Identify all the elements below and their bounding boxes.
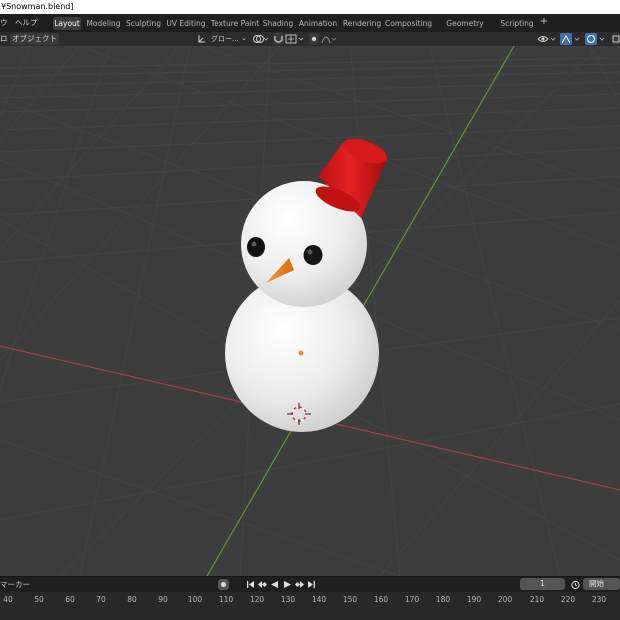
tab-modeling[interactable]: Modeling bbox=[85, 17, 122, 30]
ruler-tick: 80 bbox=[127, 595, 137, 604]
tab-compositing[interactable]: Compositing bbox=[385, 17, 432, 30]
ruler-tick: 140 bbox=[311, 595, 327, 604]
object-menu[interactable]: オブジェクト bbox=[10, 33, 59, 45]
tab-uv-editing[interactable]: UV Editing bbox=[166, 17, 206, 30]
tab-scripting[interactable]: Scripting bbox=[499, 17, 535, 30]
ruler-tick: 130 bbox=[280, 595, 296, 604]
ruler-tick: 100 bbox=[187, 595, 203, 604]
ruler-tick: 210 bbox=[529, 595, 545, 604]
snowman-right-eye bbox=[303, 245, 323, 265]
ruler-tick: 180 bbox=[435, 595, 451, 604]
window-title: ¥Snowman.blend] bbox=[1, 2, 74, 11]
ruler-tick: 40 bbox=[3, 595, 13, 604]
ruler-tick: 60 bbox=[65, 595, 75, 604]
ruler-tick: 90 bbox=[158, 595, 168, 604]
viewport-header: ロ オブジェクト グロー... ⌄ bbox=[0, 32, 620, 46]
tab-texture-paint[interactable]: Texture Paint bbox=[210, 17, 260, 30]
ruler-tick: 50 bbox=[34, 595, 44, 604]
tab-geometry-nodes[interactable]: Geometry Nodes bbox=[436, 17, 494, 41]
tab-layout[interactable]: Layout bbox=[53, 17, 81, 30]
snowman-left-eye bbox=[247, 237, 265, 257]
top-menu-bar: ウ ヘルプ Layout Modeling Sculpting UV Editi… bbox=[0, 14, 620, 41]
snap-toggle[interactable] bbox=[273, 33, 284, 45]
ruler-tick: 70 bbox=[96, 595, 106, 604]
markers-menu[interactable]: マーカー bbox=[0, 579, 30, 590]
ruler-tick: 200 bbox=[497, 595, 513, 604]
preview-range-icon[interactable] bbox=[570, 579, 581, 590]
play-reverse-icon[interactable] bbox=[269, 579, 280, 590]
snap-target-dropdown[interactable] bbox=[285, 33, 305, 45]
jump-keyframe-back-icon[interactable] bbox=[257, 579, 268, 590]
ruler-tick: 150 bbox=[342, 595, 358, 604]
ruler-tick: 160 bbox=[373, 595, 389, 604]
visibility-dropdown[interactable] bbox=[537, 33, 557, 45]
timeline-ruler[interactable]: 40 50 60 70 80 90 100 110 120 130 140 15… bbox=[0, 592, 620, 620]
jump-keyframe-forward-icon[interactable] bbox=[294, 579, 305, 590]
menu-help[interactable]: ヘルプ bbox=[15, 14, 38, 32]
transform-orientation-value: グロー... bbox=[211, 35, 239, 43]
play-icon[interactable] bbox=[282, 579, 293, 590]
chevron-down-icon: ⌄ bbox=[241, 34, 247, 42]
ruler-tick: 110 bbox=[218, 595, 234, 604]
pivot-point-dropdown[interactable] bbox=[251, 33, 269, 45]
ruler-tick: 220 bbox=[560, 595, 576, 604]
ruler-tick: 120 bbox=[249, 595, 265, 604]
gizmo-dropdown[interactable] bbox=[560, 33, 582, 45]
ruler-tick: 190 bbox=[466, 595, 482, 604]
object-origin-dot bbox=[298, 350, 304, 356]
tab-animation[interactable]: Animation bbox=[298, 17, 338, 30]
ruler-tick: 170 bbox=[404, 595, 420, 604]
timeline-header: マーカー 1 開始 bbox=[0, 576, 620, 592]
ruler-tick: 230 bbox=[591, 595, 607, 604]
transform-orientation-dropdown[interactable]: グロー... ⌄ bbox=[208, 33, 249, 45]
record-button[interactable] bbox=[218, 579, 229, 590]
overlays-dropdown[interactable] bbox=[585, 33, 609, 45]
add-menu[interactable]: ロ bbox=[0, 33, 8, 45]
orientation-icon bbox=[197, 33, 207, 45]
proportional-editing-toggle[interactable] bbox=[309, 33, 319, 45]
frame-start-field[interactable]: 開始 bbox=[583, 578, 620, 590]
jump-to-start-icon[interactable] bbox=[245, 579, 256, 590]
menu-window[interactable]: ウ bbox=[0, 14, 8, 32]
window-title-bar: ¥Snowman.blend] bbox=[0, 0, 620, 14]
tab-shading[interactable]: Shading bbox=[262, 17, 294, 30]
jump-to-end-icon[interactable] bbox=[306, 579, 317, 590]
shading-solid-button[interactable] bbox=[612, 33, 620, 45]
3d-viewport[interactable] bbox=[0, 46, 620, 576]
add-workspace-button[interactable]: + bbox=[538, 16, 550, 29]
tab-sculpting[interactable]: Sculpting bbox=[125, 17, 162, 30]
viewport-canvas[interactable] bbox=[0, 46, 620, 576]
current-frame-field[interactable]: 1 bbox=[520, 578, 565, 590]
tab-rendering[interactable]: Rendering bbox=[342, 17, 382, 30]
falloff-dropdown[interactable] bbox=[321, 33, 337, 45]
